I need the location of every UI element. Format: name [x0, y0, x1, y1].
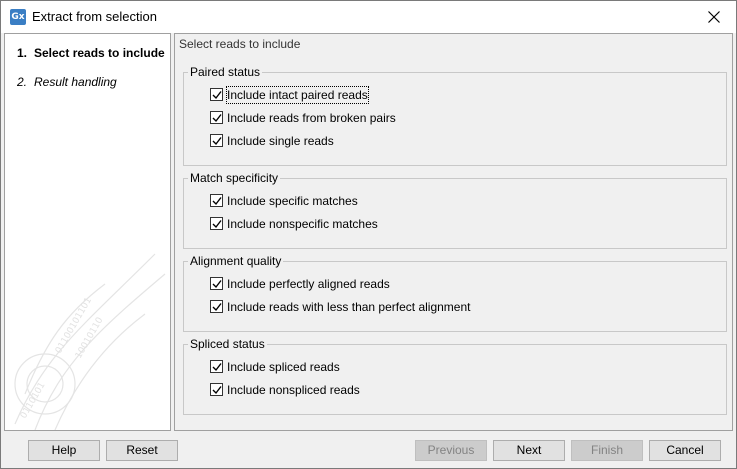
checkbox-box[interactable] [210, 360, 223, 373]
checkbox-label: Include specific matches [227, 194, 358, 208]
step-label: Result handling [34, 75, 117, 89]
checkmark-icon [212, 363, 222, 372]
close-icon [708, 11, 720, 23]
paired-status-group: Paired status Include intact paired read… [183, 65, 727, 166]
next-button[interactable]: Next [493, 440, 565, 461]
checkbox-box[interactable] [210, 134, 223, 147]
dialog-window: Gx Extract from selection 1. Select reads… [0, 0, 737, 469]
checkmark-icon [212, 303, 222, 312]
checkmark-icon [212, 280, 222, 289]
alignment-quality-group: Alignment quality Include perfectly alig… [183, 254, 727, 332]
close-button[interactable] [692, 1, 736, 33]
checkmark-icon [212, 114, 222, 123]
panel-heading: Select reads to include [179, 37, 301, 51]
checkbox-box[interactable] [210, 217, 223, 230]
group-legend: Match specificity [188, 171, 281, 185]
previous-button[interactable]: Previous [415, 440, 487, 461]
checkbox-label: Include intact paired reads [226, 86, 369, 104]
checkbox-label: Include spliced reads [227, 360, 340, 374]
options-panel: Select reads to include Paired status In… [174, 33, 733, 431]
checkbox-label: Include perfectly aligned reads [227, 277, 390, 291]
app-icon: Gx [10, 9, 26, 25]
group-legend: Spliced status [188, 337, 267, 351]
title-bar: Gx Extract from selection [1, 1, 736, 33]
checkbox-label: Include nonspecific matches [227, 217, 378, 231]
checkbox-box[interactable] [210, 111, 223, 124]
checkbox-label: Include reads with less than perfect ali… [227, 300, 471, 314]
cancel-button[interactable]: Cancel [649, 440, 721, 461]
checkbox-box[interactable] [210, 194, 223, 207]
window-title: Extract from selection [32, 9, 157, 24]
spliced-status-group: Spliced status Include spliced reads Inc… [183, 337, 727, 415]
finish-button[interactable]: Finish [571, 440, 643, 461]
checkmark-icon [212, 137, 222, 146]
checkbox-box[interactable] [210, 88, 223, 101]
checkbox-label: Include single reads [227, 134, 334, 148]
step-result-handling: 2. Result handling [17, 75, 117, 89]
checkbox-box[interactable] [210, 300, 223, 313]
group-legend: Paired status [188, 65, 263, 79]
step-select-reads: 1. Select reads to include [17, 46, 165, 60]
group-legend: Alignment quality [188, 254, 284, 268]
dialog-content: 1. Select reads to include 2. Result handl… [4, 33, 733, 431]
match-specificity-group: Match specificity Include specific match… [183, 171, 727, 249]
help-button[interactable]: Help [28, 440, 100, 461]
wizard-steps-panel: 1. Select reads to include 2. Result handl… [4, 33, 171, 431]
checkmark-icon [212, 91, 222, 100]
reset-button[interactable]: Reset [106, 440, 178, 461]
dialog-button-bar: Help Reset Previous Next Finish Cancel [1, 433, 736, 468]
checkbox-box[interactable] [210, 383, 223, 396]
checkbox-box[interactable] [210, 277, 223, 290]
dna-watermark-icon: 01100101101 10010110 0110101 [14, 253, 166, 430]
checkmark-icon [212, 386, 222, 395]
step-label: Select reads to include [34, 46, 165, 60]
checkbox-label: Include reads from broken pairs [227, 111, 396, 125]
checkmark-icon [212, 220, 222, 229]
checkbox-label: Include nonspliced reads [227, 383, 360, 397]
checkmark-icon [212, 197, 222, 206]
